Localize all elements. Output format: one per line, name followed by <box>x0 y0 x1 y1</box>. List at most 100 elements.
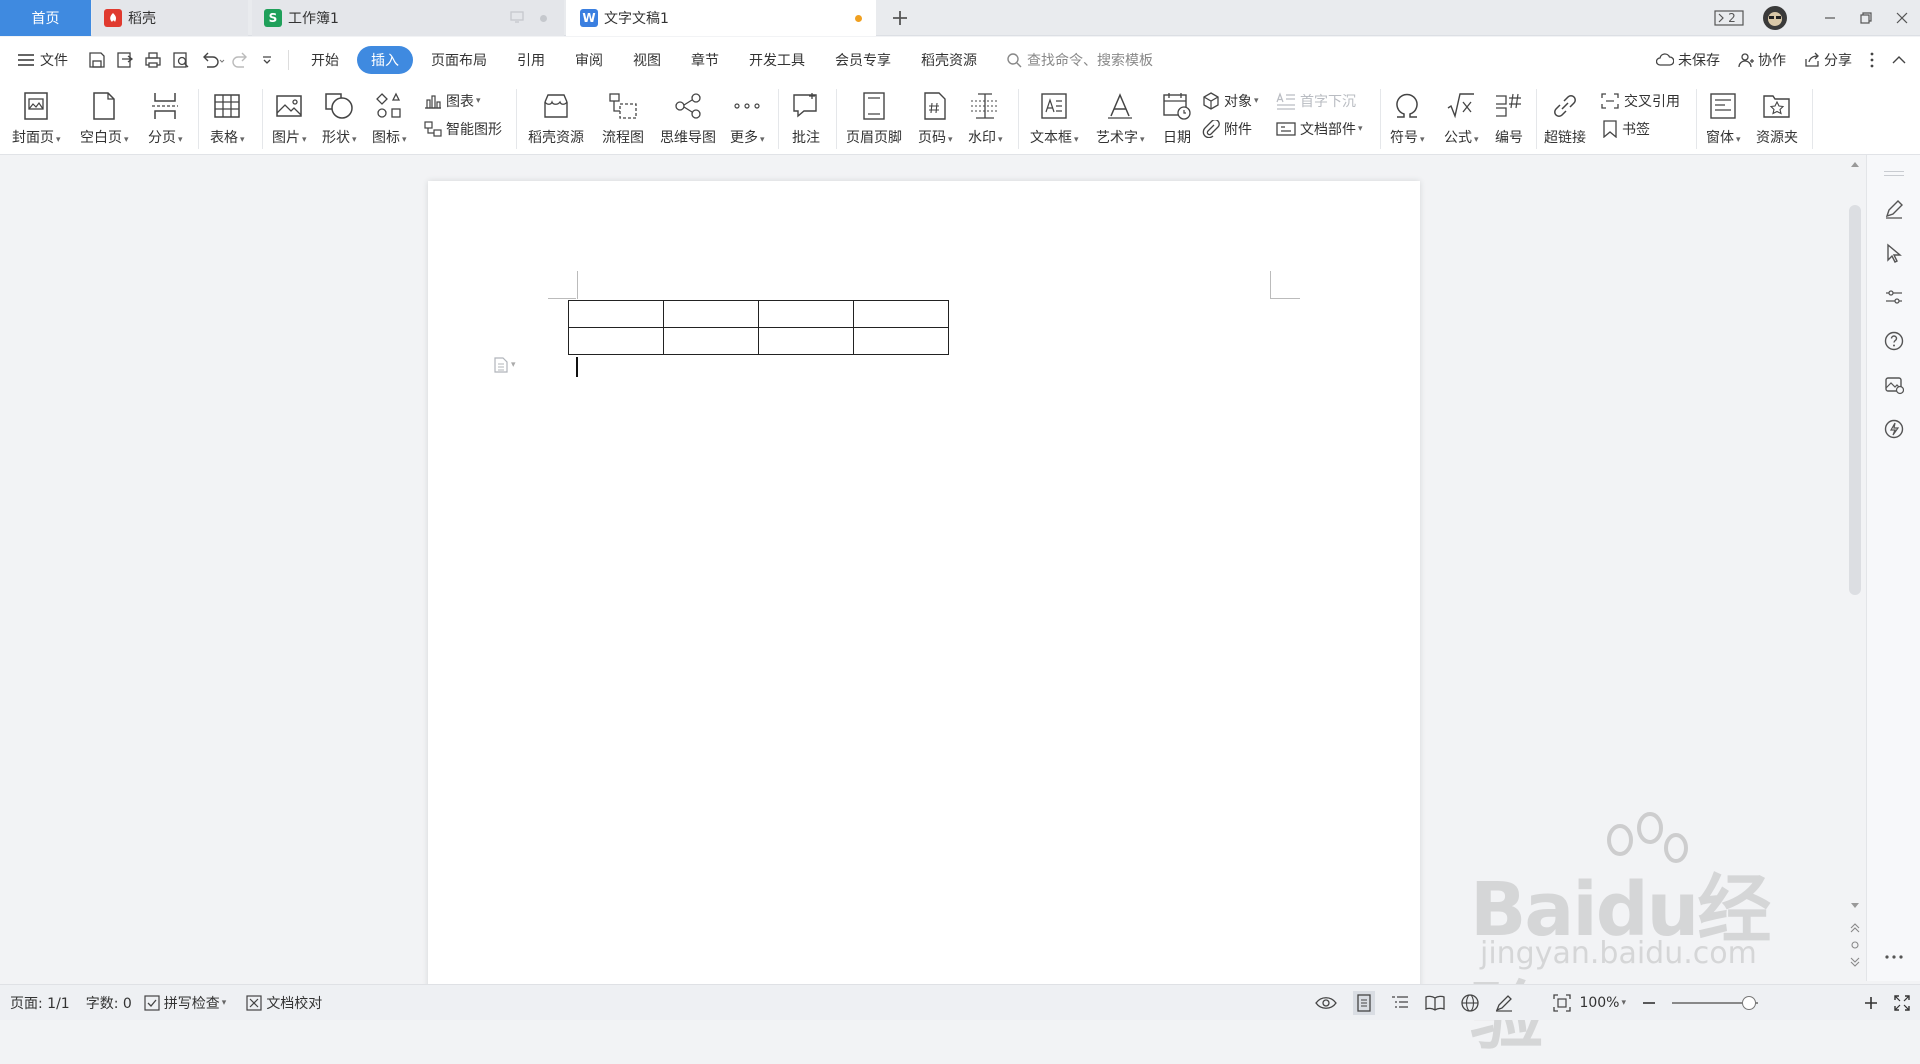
print-preview-icon[interactable] <box>172 51 190 69</box>
unsaved-dot-icon[interactable] <box>855 15 862 22</box>
textbox-button[interactable]: 文本框 ▾ <box>1030 87 1079 147</box>
cloud-save-button[interactable]: 未保存 <box>1656 50 1720 70</box>
bookmark-button[interactable]: 书签 <box>1602 119 1650 139</box>
word-count[interactable]: 字数: 0 <box>86 993 132 1013</box>
icon-library-button[interactable]: 图标 ▾ <box>372 87 407 147</box>
spell-check-button[interactable]: 拼写检查 ▾ <box>144 993 226 1013</box>
tab-menu-2[interactable]: 页面布局 <box>419 46 499 74</box>
share-button[interactable]: 分享 <box>1804 50 1852 70</box>
zoom-out-icon[interactable] <box>1642 996 1656 1010</box>
chart-button[interactable]: 图表 ▾ <box>424 91 481 111</box>
table-cell[interactable] <box>853 327 949 355</box>
minimize-button[interactable] <box>1812 0 1848 36</box>
avatar[interactable] <box>1752 0 1798 36</box>
shape-button[interactable]: 形状 ▾ <box>322 87 357 147</box>
date-button[interactable]: 日期 <box>1162 87 1192 147</box>
form-button[interactable]: 窗体 ▾ <box>1706 87 1741 147</box>
zoom-slider[interactable] <box>1672 996 1758 1010</box>
print-icon[interactable] <box>144 51 162 69</box>
customize-toolbar-icon[interactable] <box>260 53 274 67</box>
export-pdf-icon[interactable] <box>116 51 134 69</box>
zoom-in-icon[interactable] <box>1864 996 1878 1010</box>
flowchart-button[interactable]: 流程图 <box>602 87 644 147</box>
more-button[interactable]: 更多 ▾ <box>730 87 765 147</box>
tab-menu-9[interactable]: 稻壳资源 <box>909 46 989 74</box>
smart-shape-button[interactable]: 智能图形 <box>424 119 502 139</box>
page-view-icon[interactable] <box>1353 991 1376 1015</box>
vertical-scrollbar[interactable] <box>1846 155 1864 981</box>
file-menu[interactable]: 文件 <box>0 46 80 74</box>
select-pointer-icon[interactable] <box>1882 241 1906 265</box>
lightning-icon[interactable] <box>1882 417 1906 441</box>
web-view-icon[interactable] <box>1461 994 1480 1012</box>
picture-button[interactable]: 图片 ▾ <box>272 87 307 147</box>
scroll-down-icon[interactable] <box>1851 903 1859 909</box>
tab-document[interactable]: W 文字文稿1 <box>566 0 876 36</box>
table-button[interactable]: 表格 ▾ <box>210 87 245 147</box>
edit-pen-icon[interactable] <box>1882 197 1906 221</box>
table-cell[interactable] <box>568 300 664 328</box>
tab-workbook[interactable]: S 工作簿1 <box>252 0 564 36</box>
resource-folder-button[interactable]: 资源夹 <box>1756 87 1798 147</box>
blank-page-button[interactable]: 空白页 ▾ <box>80 87 129 147</box>
close-dot-icon[interactable] <box>540 15 547 22</box>
wordart-button[interactable]: 艺术字 ▾ <box>1096 87 1145 147</box>
zoom-dropdown[interactable]: 100% ▾ <box>1579 995 1626 1011</box>
undo-icon[interactable] <box>200 51 226 69</box>
doc-parts-button[interactable]: 文档部件 ▾ <box>1276 119 1363 139</box>
save-icon[interactable] <box>88 51 106 69</box>
tab-menu-8[interactable]: 会员专享 <box>823 46 903 74</box>
eye-protection-icon[interactable] <box>1315 995 1338 1011</box>
close-button[interactable] <box>1884 0 1920 36</box>
next-page-icon[interactable] <box>1850 957 1860 967</box>
tab-menu-5[interactable]: 视图 <box>621 46 673 74</box>
mindmap-button[interactable]: 思维导图 <box>660 87 716 147</box>
more-horizontal-icon[interactable] <box>1882 945 1906 969</box>
outline-view-icon[interactable] <box>1391 995 1409 1011</box>
page-count-button[interactable]: 2 <box>1706 0 1752 36</box>
redo-icon[interactable] <box>232 51 250 69</box>
help-icon[interactable] <box>1882 329 1906 353</box>
table-cell[interactable] <box>663 300 759 328</box>
fullscreen-icon[interactable] <box>1894 995 1910 1011</box>
comment-button[interactable]: 批注 <box>792 87 820 147</box>
scroll-thumb[interactable] <box>1849 205 1861 595</box>
page-indicator[interactable]: 页面: 1/1 <box>10 993 70 1013</box>
attachment-button[interactable]: 附件 <box>1202 119 1252 139</box>
page-break-button[interactable]: 分页 ▾ <box>148 87 183 147</box>
cross-reference-button[interactable]: 交叉引用 <box>1600 91 1680 111</box>
watermark-button[interactable]: 水印 ▾ <box>968 87 1003 147</box>
document-table[interactable] <box>568 300 949 355</box>
monitor-icon[interactable] <box>510 11 524 23</box>
formula-button[interactable]: 公式 ▾ <box>1444 87 1479 147</box>
tab-menu-4[interactable]: 审阅 <box>563 46 615 74</box>
tab-menu-3[interactable]: 引用 <box>505 46 557 74</box>
doc-proofread-button[interactable]: 文档校对 <box>246 993 322 1013</box>
table-cell[interactable] <box>568 327 664 355</box>
header-footer-button[interactable]: 页眉页脚 <box>846 87 902 147</box>
paragraph-options-icon[interactable]: ▾ <box>494 357 516 373</box>
scroll-up-icon[interactable] <box>1851 161 1859 167</box>
cover-page-button[interactable]: 封面页 ▾ <box>12 87 61 147</box>
symbol-button[interactable]: 符号 ▾ <box>1390 87 1425 147</box>
command-search[interactable]: 查找命令、搜索模板 <box>1007 50 1153 70</box>
fit-page-icon[interactable] <box>1553 994 1572 1012</box>
object-button[interactable]: 对象 ▾ <box>1202 91 1259 111</box>
collaborate-button[interactable]: 协作 <box>1738 50 1786 70</box>
document-page[interactable]: ▾ <box>428 181 1420 1001</box>
table-cell[interactable] <box>758 300 854 328</box>
numbering-button[interactable]: 编号 <box>1494 87 1524 147</box>
new-tab-button[interactable] <box>888 6 912 30</box>
table-cell[interactable] <box>853 300 949 328</box>
annotate-pen-icon[interactable] <box>1495 994 1513 1012</box>
tab-home[interactable]: 首页 <box>0 0 91 36</box>
page-number-button[interactable]: 页码 ▾ <box>918 87 953 147</box>
zoom-slider-knob[interactable] <box>1742 996 1756 1010</box>
tab-daoke[interactable]: 稻壳 <box>92 0 248 36</box>
tab-menu-1[interactable]: 插入 <box>357 46 413 74</box>
table-cell[interactable] <box>758 327 854 355</box>
settings-sliders-icon[interactable] <box>1882 285 1906 309</box>
tab-menu-0[interactable]: 开始 <box>299 46 351 74</box>
hyperlink-button[interactable]: 超链接 <box>1544 87 1586 147</box>
table-cell[interactable] <box>663 327 759 355</box>
